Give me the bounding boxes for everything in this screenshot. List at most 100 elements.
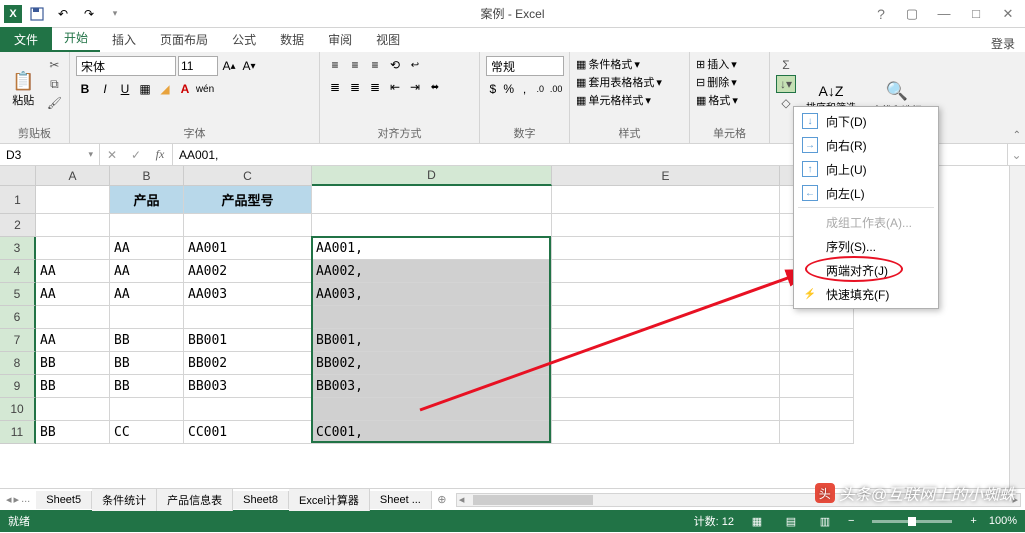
cell[interactable]: BB001, xyxy=(312,329,552,352)
cell[interactable] xyxy=(552,214,780,237)
column-header[interactable]: C xyxy=(184,166,312,186)
cell[interactable] xyxy=(184,214,312,237)
paste-button[interactable]: 📋 粘贴 xyxy=(6,56,40,123)
cell[interactable] xyxy=(780,398,854,421)
cell[interactable]: CC001, xyxy=(312,421,552,444)
cell[interactable]: 产品 xyxy=(110,186,184,214)
cell[interactable]: AA xyxy=(110,260,184,283)
conditional-format-button[interactable]: ▦ 条件格式 ▾ xyxy=(576,56,683,72)
copy-button[interactable]: ⧉ xyxy=(44,75,64,93)
row-header[interactable]: 3 xyxy=(0,237,36,260)
sheet-nav-first[interactable]: ◂ xyxy=(6,493,12,506)
column-header[interactable]: B xyxy=(110,166,184,186)
column-header[interactable]: A xyxy=(36,166,110,186)
cell[interactable] xyxy=(184,306,312,329)
cell[interactable] xyxy=(552,186,780,214)
cell[interactable] xyxy=(312,186,552,214)
cell[interactable]: CC xyxy=(110,421,184,444)
cell[interactable] xyxy=(780,329,854,352)
tab-view[interactable]: 视图 xyxy=(364,27,412,52)
merge-button[interactable]: ⬌ xyxy=(426,78,444,96)
cell[interactable]: AA xyxy=(110,237,184,260)
cell[interactable]: BB xyxy=(36,352,110,375)
row-header[interactable]: 6 xyxy=(0,306,36,329)
qat-customize[interactable]: ▾ xyxy=(104,3,126,25)
cell[interactable]: BB003 xyxy=(184,375,312,398)
cell[interactable] xyxy=(184,398,312,421)
increase-indent-button[interactable]: ⇥ xyxy=(406,78,424,96)
cell[interactable]: AA xyxy=(36,260,110,283)
row-header[interactable]: 1 xyxy=(0,186,36,214)
wrap-text-button[interactable]: ↩ xyxy=(406,56,424,74)
currency-button[interactable]: $ xyxy=(486,80,500,98)
column-header[interactable]: E xyxy=(552,166,780,186)
ribbon-display-button[interactable]: ▢ xyxy=(897,2,927,26)
phonetic-button[interactable]: wén xyxy=(196,80,214,98)
cell[interactable]: AA002, xyxy=(312,260,552,283)
cell[interactable] xyxy=(552,306,780,329)
sheet-tab[interactable]: Sheet ... xyxy=(370,491,432,509)
cell[interactable] xyxy=(780,421,854,444)
cut-button[interactable]: ✂ xyxy=(44,56,64,74)
insert-function-button[interactable]: fx xyxy=(148,147,172,162)
cell[interactable]: CC001 xyxy=(184,421,312,444)
cell[interactable] xyxy=(312,398,552,421)
cell[interactable]: AA002 xyxy=(184,260,312,283)
italic-button[interactable]: I xyxy=(96,80,114,98)
font-name-select[interactable] xyxy=(76,56,176,76)
vertical-scrollbar[interactable] xyxy=(1009,166,1025,488)
cell-styles-button[interactable]: ▦ 单元格样式 ▾ xyxy=(576,92,683,108)
cell[interactable]: BB001 xyxy=(184,329,312,352)
number-format-select[interactable] xyxy=(486,56,564,76)
align-center-button[interactable]: ≣ xyxy=(346,78,364,96)
tab-formulas[interactable]: 公式 xyxy=(220,27,268,52)
fill-button[interactable]: ↓▾ xyxy=(776,75,796,93)
row-header[interactable]: 7 xyxy=(0,329,36,352)
undo-button[interactable]: ↶ xyxy=(52,3,74,25)
decrease-font-button[interactable]: A▾ xyxy=(240,57,258,75)
column-header[interactable]: D xyxy=(312,166,552,186)
cancel-formula-button[interactable]: ✕ xyxy=(100,148,124,162)
format-painter-button[interactable]: 🖌 xyxy=(44,94,64,112)
cell[interactable]: AA xyxy=(36,329,110,352)
cell[interactable]: AA001 xyxy=(184,237,312,260)
format-as-table-button[interactable]: ▦ 套用表格格式 ▾ xyxy=(576,74,683,90)
sheet-tab[interactable]: 产品信息表 xyxy=(157,489,233,511)
row-header[interactable]: 11 xyxy=(0,421,36,444)
fill-down-item[interactable]: ↓向下(D) xyxy=(794,109,938,133)
file-tab[interactable]: 文件 xyxy=(0,27,52,52)
font-size-select[interactable] xyxy=(178,56,218,76)
underline-button[interactable]: U xyxy=(116,80,134,98)
collapse-ribbon-button[interactable]: ⌃ xyxy=(1013,130,1021,141)
comma-button[interactable]: , xyxy=(518,80,532,98)
decrease-indent-button[interactable]: ⇤ xyxy=(386,78,404,96)
cell[interactable] xyxy=(36,186,110,214)
cell[interactable] xyxy=(552,283,780,306)
cell[interactable] xyxy=(110,398,184,421)
select-all-corner[interactable] xyxy=(0,166,36,186)
increase-font-button[interactable]: A▴ xyxy=(220,57,238,75)
cell[interactable] xyxy=(552,352,780,375)
save-button[interactable] xyxy=(26,3,48,25)
cell[interactable] xyxy=(780,306,854,329)
cell[interactable]: BB xyxy=(110,375,184,398)
tab-home[interactable]: 开始 xyxy=(52,25,100,52)
normal-view-button[interactable]: ▦ xyxy=(746,512,768,530)
percent-button[interactable]: % xyxy=(502,80,516,98)
sheet-tab[interactable]: Sheet5 xyxy=(36,491,92,509)
enter-formula-button[interactable]: ✓ xyxy=(124,148,148,162)
cell[interactable]: BB xyxy=(36,375,110,398)
tab-insert[interactable]: 插入 xyxy=(100,27,148,52)
row-header[interactable]: 5 xyxy=(0,283,36,306)
minimize-button[interactable]: — xyxy=(929,2,959,26)
row-header[interactable]: 9 xyxy=(0,375,36,398)
fill-series-item[interactable]: 序列(S)... xyxy=(794,234,938,258)
zoom-in-button[interactable]: + xyxy=(970,515,976,527)
page-layout-view-button[interactable]: ▤ xyxy=(780,512,802,530)
flash-fill-item[interactable]: ⚡快速填充(F) xyxy=(794,282,938,306)
align-right-button[interactable]: ≣ xyxy=(366,78,384,96)
autosum-button[interactable]: Σ xyxy=(776,56,796,74)
cell[interactable]: AA003 xyxy=(184,283,312,306)
cell[interactable]: AA xyxy=(110,283,184,306)
cell[interactable] xyxy=(552,375,780,398)
